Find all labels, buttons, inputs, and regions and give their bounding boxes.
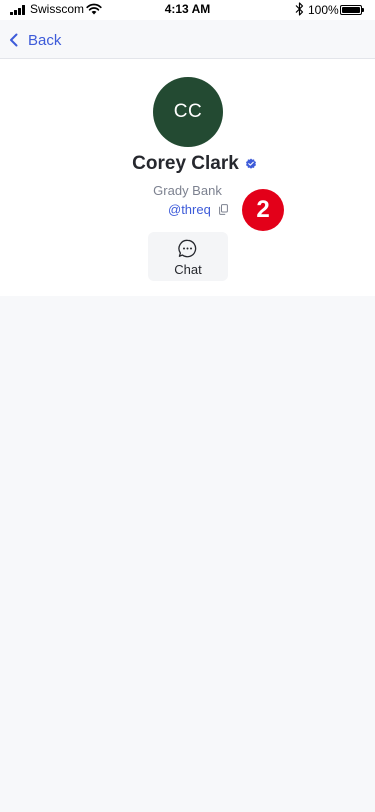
battery-percent: 100% xyxy=(308,3,339,17)
notification-count-badge: 2 xyxy=(242,189,284,231)
profile-company: Grady Bank xyxy=(153,183,222,198)
copy-icon[interactable] xyxy=(218,204,228,215)
profile-card: CC Corey Clark Grady Bank @threq 2 Chat xyxy=(0,59,375,296)
status-bar: Swisscom 4:13 AM 100% xyxy=(0,0,375,20)
bluetooth-icon xyxy=(295,2,304,16)
chat-button[interactable]: Chat xyxy=(148,232,228,281)
navigation-bar: Back xyxy=(0,20,375,59)
avatar-initials: CC xyxy=(173,101,203,122)
profile-name: Corey Clark xyxy=(132,153,239,174)
profile-handle: @threq xyxy=(168,202,211,217)
verified-badge-icon xyxy=(245,158,256,169)
chat-bubble-icon xyxy=(178,239,197,258)
handle-row: @threq xyxy=(168,202,228,217)
battery-icon xyxy=(340,5,364,15)
avatar: CC xyxy=(153,77,223,147)
name-row: Corey Clark xyxy=(0,153,375,175)
chevron-left-icon xyxy=(10,33,18,47)
back-label: Back xyxy=(28,31,62,49)
chat-label: Chat xyxy=(174,262,202,277)
back-button[interactable]: Back xyxy=(8,28,61,52)
